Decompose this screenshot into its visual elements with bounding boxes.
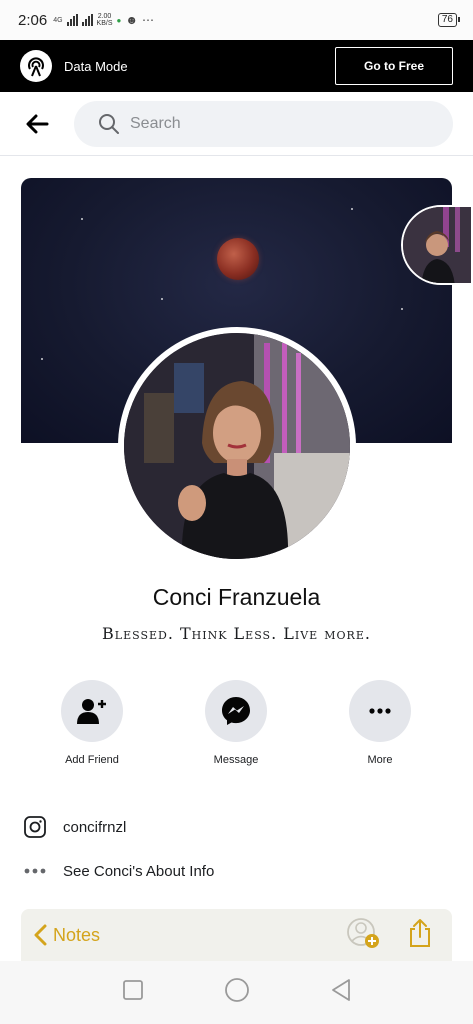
add-friend-label: Add Friend: [65, 754, 119, 766]
profile-photo[interactable]: [118, 327, 356, 565]
more-notifications-icon: ⋯: [141, 13, 154, 27]
message-button[interactable]: [205, 680, 267, 742]
notification-avatar-icon: ☻: [125, 13, 138, 27]
system-nav-bar: [0, 961, 473, 1024]
data-mode-label: Data Mode: [64, 58, 128, 74]
add-friend-icon: [77, 699, 106, 724]
recent-apps-icon[interactable]: [122, 979, 144, 1006]
go-to-free-button[interactable]: Go to Free: [335, 47, 453, 85]
message-label: Message: [213, 754, 259, 766]
instagram-handle[interactable]: concifrnzl: [63, 819, 126, 836]
network-speed: 2.00 KB/S: [97, 13, 113, 27]
more-action[interactable]: More: [330, 680, 430, 766]
profile-picture-image: [124, 333, 350, 559]
data-mode-bar: Data Mode Go to Free: [0, 40, 473, 92]
message-action[interactable]: Message: [186, 680, 286, 766]
search-icon: [98, 113, 120, 135]
signal-icon-2: [81, 14, 93, 26]
search-input[interactable]: [130, 114, 330, 133]
speed-value: 2.00: [97, 13, 112, 20]
more-icon: [369, 708, 391, 714]
search-row: [0, 92, 473, 156]
profile-name: Conci Franzuela: [152, 584, 321, 610]
notes-back-button[interactable]: Notes: [33, 924, 100, 946]
moon-image: [217, 238, 259, 280]
volte-icon: ●: [116, 15, 122, 25]
speed-unit: KB/S: [96, 20, 113, 27]
instagram-row[interactable]: concifrnzl: [22, 812, 452, 842]
back-nav-icon[interactable]: [330, 978, 352, 1007]
back-button[interactable]: [22, 109, 52, 139]
about-info-link[interactable]: See Conci's About Info: [63, 863, 214, 880]
instagram-icon: [22, 815, 48, 839]
chevron-left-icon: [34, 924, 47, 946]
signal-icon: [66, 14, 78, 26]
more-label: More: [367, 754, 393, 766]
add-friend-button[interactable]: [61, 680, 123, 742]
messenger-icon: [222, 697, 250, 725]
more-button[interactable]: [349, 680, 411, 742]
ellipsis-icon: [22, 868, 48, 874]
status-bar: 2:06 4G 2.00 KB/S ● ☻ ⋯ 76: [0, 0, 473, 40]
status-time: 2:06: [18, 11, 48, 29]
data-mode-icon: [20, 50, 52, 82]
notes-bar: Notes: [21, 909, 452, 961]
battery-icon: 76: [437, 13, 461, 27]
back-arrow-icon: [26, 114, 49, 133]
share-icon[interactable]: [408, 918, 432, 953]
profile-actions: Add Friend Message More: [0, 680, 473, 770]
add-collaborator-icon[interactable]: [346, 917, 380, 954]
network-type-label: 4G: [53, 16, 63, 24]
add-friend-action[interactable]: Add Friend: [42, 680, 142, 766]
search-box[interactable]: [74, 100, 453, 147]
notes-back-label: Notes: [53, 924, 101, 945]
status-icons: 4G 2.00 KB/S ● ☻ ⋯: [53, 13, 154, 27]
home-icon[interactable]: [224, 977, 250, 1008]
about-info-row[interactable]: See Conci's About Info: [22, 856, 452, 886]
profile-bio: Blessed. Think Less. Live more.: [102, 624, 371, 643]
floating-avatar[interactable]: [401, 205, 473, 285]
